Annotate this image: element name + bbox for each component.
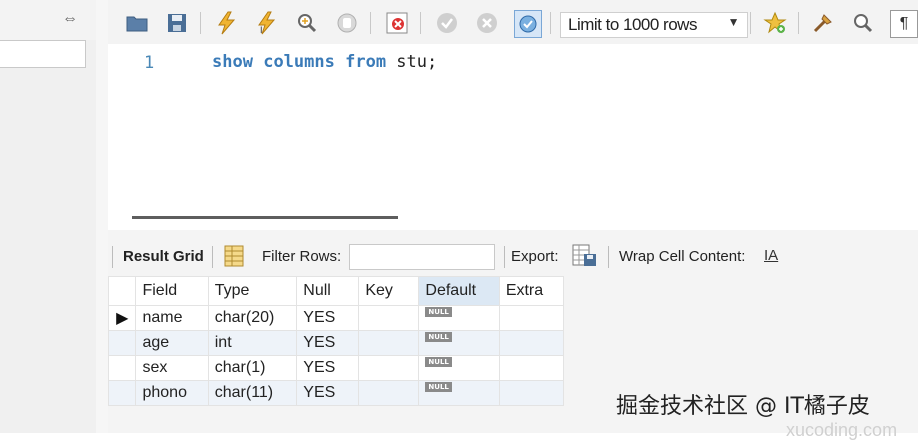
autocommit-icon[interactable]	[514, 10, 542, 38]
sql-keyword: show	[212, 52, 253, 72]
toolbar-separator	[504, 246, 505, 268]
cell-key[interactable]	[358, 330, 420, 356]
null-badge: NULL	[425, 332, 452, 342]
toggle-error-icon[interactable]	[384, 10, 410, 36]
save-icon[interactable]	[164, 10, 190, 36]
cell-extra[interactable]	[498, 380, 565, 406]
folder-icon[interactable]	[124, 10, 150, 36]
toolbar-separator	[212, 246, 213, 268]
table-row[interactable]: phono char(11) YES NULL	[107, 380, 565, 406]
null-badge: NULL	[425, 307, 452, 317]
cell-extra[interactable]	[498, 305, 565, 331]
execute-current-icon[interactable]: I	[254, 10, 280, 36]
horizontal-scrollbar[interactable]	[132, 216, 398, 219]
svg-text:I: I	[260, 25, 263, 35]
cell-field[interactable]: age	[135, 330, 209, 356]
filter-rows-label: Filter Rows:	[262, 248, 342, 265]
column-header[interactable]: Field	[135, 276, 209, 306]
watermark-subtext: xucoding.com	[786, 420, 898, 440]
cell-null[interactable]: YES	[296, 330, 360, 356]
cell-extra[interactable]	[498, 330, 565, 356]
column-header[interactable]: Extra	[498, 276, 565, 306]
column-header[interactable]: Key	[358, 276, 420, 306]
current-row-indicator: ▶	[107, 305, 137, 331]
collapse-toggle-icon[interactable]: ⇔	[62, 10, 78, 28]
cell-extra[interactable]	[498, 355, 565, 381]
cell-type[interactable]: int	[207, 330, 298, 356]
toolbar-separator	[750, 12, 751, 34]
limit-rows-label: Limit to 1000 rows	[568, 15, 697, 34]
wrap-toggle-icon[interactable]: IA	[764, 247, 778, 264]
sql-keyword: columns	[263, 52, 335, 72]
find-icon[interactable]	[850, 10, 876, 36]
sql-code-line[interactable]: show columns from stu;	[212, 52, 437, 72]
wrap-cell-content-label: Wrap Cell Content:	[619, 248, 746, 265]
cell-default[interactable]: NULL	[418, 355, 500, 381]
toolbar-separator	[370, 12, 371, 34]
cell-key[interactable]	[358, 305, 420, 331]
cell-type[interactable]: char(11)	[207, 380, 298, 406]
result-grid: Field Type Null Key Default Extra ▶ name…	[107, 276, 565, 406]
export-label: Export:	[511, 248, 559, 265]
cell-key[interactable]	[358, 380, 420, 406]
table-row[interactable]: ▶ name char(20) YES NULL	[107, 305, 565, 331]
execute-icon[interactable]	[214, 10, 240, 36]
stop-icon[interactable]	[334, 10, 360, 36]
cell-default[interactable]: NULL	[418, 330, 500, 356]
toolbar-separator	[798, 12, 799, 34]
toolbar-separator	[200, 12, 201, 34]
navigator-search-input[interactable]	[0, 40, 86, 68]
sql-keyword: from	[345, 52, 387, 72]
cell-field[interactable]: phono	[135, 380, 209, 406]
toolbar-separator	[112, 246, 113, 268]
null-badge: NULL	[425, 357, 452, 367]
cell-null[interactable]: YES	[296, 355, 360, 381]
result-toolbar: Result Grid Filter Rows: Export: Wrap Ce…	[108, 240, 918, 274]
add-snippet-icon[interactable]	[762, 10, 788, 36]
null-badge: NULL	[425, 382, 452, 392]
cell-null[interactable]: YES	[296, 305, 360, 331]
invisible-chars-icon[interactable]: ¶	[890, 10, 918, 38]
query-toolbar: I Limit to 1000 rows ▼ ¶	[108, 0, 918, 45]
cell-default[interactable]: NULL	[418, 380, 500, 406]
sql-identifier: stu;	[386, 52, 438, 72]
rollback-icon[interactable]	[474, 10, 500, 36]
table-row[interactable]: age int YES NULL	[107, 330, 565, 356]
filter-rows-input[interactable]	[349, 244, 495, 270]
table-row[interactable]: sex char(1) YES NULL	[107, 355, 565, 381]
cell-type[interactable]: char(20)	[207, 305, 298, 331]
result-grid-tab[interactable]: Result Grid	[123, 248, 204, 265]
explain-icon[interactable]	[294, 10, 320, 36]
watermark-text: 掘金技术社区 @ IT橘子皮	[616, 394, 870, 419]
toolbar-separator	[420, 12, 421, 34]
export-icon[interactable]	[572, 244, 598, 271]
grid-header-row: Field Type Null Key Default Extra	[107, 276, 565, 306]
navigator-header: ⇔	[0, 0, 96, 40]
column-header[interactable]: Default	[418, 276, 500, 306]
row-indicator-header	[107, 276, 137, 306]
sql-editor[interactable]: 1 show columns from stu;	[108, 44, 918, 210]
toolbar-separator	[550, 12, 551, 34]
cell-default[interactable]: NULL	[418, 305, 500, 331]
cell-key[interactable]	[358, 355, 420, 381]
limit-rows-select[interactable]: Limit to 1000 rows ▼	[560, 12, 748, 38]
row-indicator	[107, 355, 137, 381]
cell-type[interactable]: char(1)	[207, 355, 298, 381]
toolbar-separator	[608, 246, 609, 268]
form-editor-icon[interactable]	[224, 245, 244, 270]
cell-null[interactable]: YES	[296, 380, 360, 406]
commit-icon[interactable]	[434, 10, 460, 36]
column-header[interactable]: Type	[207, 276, 298, 306]
beautify-icon[interactable]	[810, 10, 836, 36]
column-header[interactable]: Null	[296, 276, 360, 306]
row-indicator	[107, 330, 137, 356]
cell-field[interactable]: name	[135, 305, 209, 331]
row-indicator	[107, 380, 137, 406]
chevron-down-icon: ▼	[727, 15, 740, 29]
line-number: 1	[144, 53, 155, 73]
editor-gutter	[96, 0, 108, 433]
navigator-panel: ⇔	[0, 0, 97, 433]
cell-field[interactable]: sex	[135, 355, 209, 381]
